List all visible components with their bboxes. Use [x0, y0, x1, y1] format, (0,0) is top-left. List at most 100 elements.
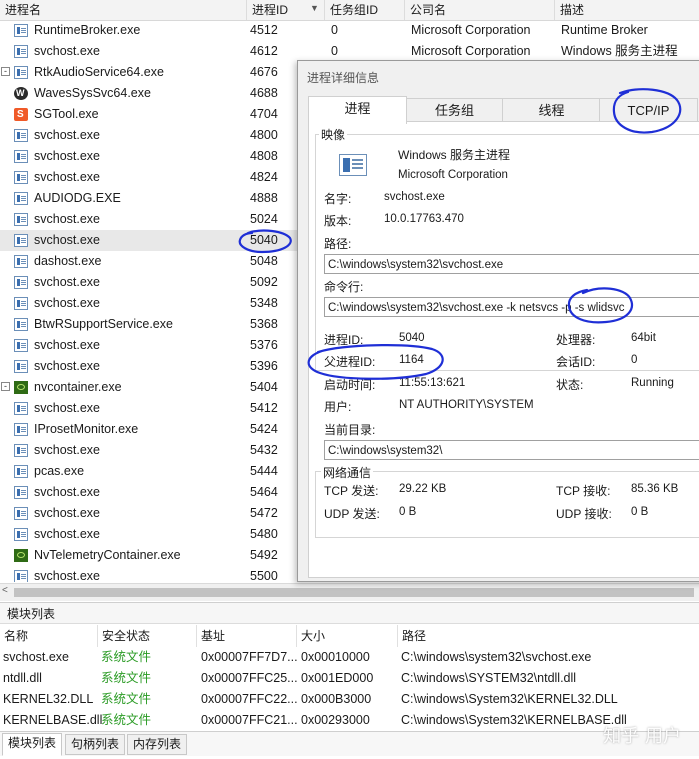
- module-size: 0x000B3000: [301, 692, 372, 706]
- udp-receive-label: UDP 接收:: [556, 507, 612, 521]
- process-name: WavesSysSvc64.exe: [34, 86, 151, 100]
- module-path: C:\windows\System32\KERNEL32.DLL: [401, 692, 618, 706]
- process-name: svchost.exe: [34, 170, 101, 184]
- process-name: IProsetMonitor.exe: [34, 422, 139, 436]
- session-id-label: 会话ID:: [556, 355, 596, 369]
- path-field[interactable]: C:\windows\system32\svchost.exe: [324, 254, 699, 274]
- module-header-path[interactable]: 路径: [398, 625, 699, 647]
- process-description: Windows 服务主进程: [561, 44, 678, 58]
- process-id: 5348: [250, 296, 278, 310]
- module-size: 0x001ED000: [301, 671, 374, 685]
- process-name: dashost.exe: [34, 254, 102, 268]
- image-group-legend: 映像: [319, 126, 348, 143]
- process-id: 5464: [250, 485, 278, 499]
- process-name: svchost.exe: [34, 569, 101, 582]
- generic-exe-icon: [14, 507, 28, 520]
- generic-exe-icon: [14, 66, 28, 79]
- column-header-description[interactable]: 描述: [555, 0, 699, 20]
- process-id: 5376: [250, 338, 278, 352]
- name-label: 名字:: [324, 192, 352, 206]
- nvidia-icon: [14, 549, 28, 562]
- column-header-company[interactable]: 公司名: [405, 0, 555, 20]
- sort-desc-icon: ▼: [310, 3, 319, 13]
- tab-job-group[interactable]: 任务组: [405, 98, 504, 123]
- pid-label: 进程ID:: [324, 333, 364, 347]
- process-name: svchost.exe: [34, 506, 101, 520]
- generic-exe-icon: [14, 339, 28, 352]
- process-description: Runtime Broker: [561, 23, 648, 37]
- process-name: AUDIODG.EXE: [34, 191, 121, 205]
- version-value: 10.0.17763.470: [384, 213, 464, 225]
- current-dir-field[interactable]: C:\windows\system32\: [324, 440, 699, 460]
- process-name: SGTool.exe: [34, 107, 99, 121]
- tcp-receive-value: 85.36 KB: [631, 483, 679, 495]
- process-id: 5048: [250, 254, 278, 268]
- command-line-field[interactable]: C:\windows\system32\svchost.exe -k netsv…: [324, 297, 699, 317]
- process-id: 4676: [250, 65, 278, 79]
- process-id: 5500: [250, 569, 278, 582]
- process-name: svchost.exe: [34, 44, 101, 58]
- module-list[interactable]: svchost.exe 系统文件 0x00007FF7D7... 0x00010000…: [0, 647, 699, 731]
- process-id: 5424: [250, 422, 278, 436]
- udp-send-value: 0 B: [399, 506, 417, 518]
- process-name: svchost.exe: [34, 233, 101, 247]
- column-header-job-id[interactable]: 任务组ID: [325, 0, 405, 20]
- tab-process[interactable]: 进程: [308, 96, 407, 124]
- generic-exe-icon: [14, 297, 28, 310]
- module-header-base[interactable]: 基址: [197, 625, 297, 647]
- process-name: RuntimeBroker.exe: [34, 23, 141, 37]
- process-id: 4512: [250, 23, 278, 37]
- company-name: Microsoft Corporation: [411, 23, 531, 37]
- tcp-receive-label: TCP 接收:: [556, 484, 611, 498]
- process-id: 5492: [250, 548, 278, 562]
- user-label: 用户:: [324, 400, 352, 414]
- name-value: svchost.exe: [384, 191, 445, 203]
- process-details-dialog: 进程详细信息 进程 任务组 线程 TCP/IP 映像 Windows 服务主进程…: [297, 60, 699, 582]
- generic-exe-icon: [14, 444, 28, 457]
- process-name: svchost.exe: [34, 527, 101, 541]
- process-id: 4888: [250, 191, 278, 205]
- module-row[interactable]: ntdll.dll 系统文件 0x00007FFC25... 0x001ED000 C:…: [0, 668, 699, 689]
- tab-memory-list[interactable]: 内存列表: [127, 734, 188, 755]
- process-id: 4704: [250, 107, 278, 121]
- process-name: NvTelemetryContainer.exe: [34, 548, 181, 562]
- process-id: 5444: [250, 464, 278, 478]
- module-row[interactable]: svchost.exe 系统文件 0x00007FF7D7... 0x00010000…: [0, 647, 699, 668]
- udp-send-label: UDP 发送:: [324, 507, 380, 521]
- module-header-status[interactable]: 安全状态: [98, 625, 197, 647]
- tab-tcpip[interactable]: TCP/IP: [599, 98, 698, 123]
- process-row[interactable]: RuntimeBroker.exe 4512 0 Microsoft Corporat…: [0, 20, 699, 41]
- job-group-id: 0: [331, 44, 338, 58]
- module-header-size[interactable]: 大小: [297, 625, 398, 647]
- job-group-id: 0: [331, 23, 338, 37]
- collapse-toggle-icon[interactable]: -: [1, 382, 10, 391]
- module-name: KERNELBASE.dll: [3, 713, 103, 727]
- scroll-left-icon[interactable]: <: [2, 585, 8, 596]
- image-company: Microsoft Corporation: [398, 169, 508, 181]
- module-base-address: 0x00007FF7D7...: [201, 650, 298, 664]
- process-name: svchost.exe: [34, 359, 101, 373]
- module-row[interactable]: KERNEL32.DLL 系统文件 0x00007FFC22... 0x000B300…: [0, 689, 699, 710]
- tab-threads[interactable]: 线程: [502, 98, 601, 123]
- tab-handle-list[interactable]: 句柄列表: [65, 734, 126, 755]
- process-id: 5396: [250, 359, 278, 373]
- process-name: svchost.exe: [34, 212, 101, 226]
- column-header-name[interactable]: 进程名: [0, 0, 247, 20]
- collapse-toggle-icon[interactable]: -: [1, 67, 10, 76]
- module-security-status: 系统文件: [101, 692, 152, 706]
- process-row[interactable]: svchost.exe 4612 0 Microsoft Corporation Win…: [0, 41, 699, 62]
- company-name: Microsoft Corporation: [411, 44, 531, 58]
- module-panel-title: 模块列表: [0, 602, 699, 624]
- module-size: 0x00293000: [301, 713, 370, 727]
- module-header-name[interactable]: 名称: [0, 625, 98, 647]
- dialog-title: 进程详细信息: [307, 71, 380, 85]
- generic-exe-icon: [14, 213, 28, 226]
- module-size: 0x00010000: [301, 650, 370, 664]
- module-row[interactable]: KERNELBASE.dll 系统文件 0x00007FFC21... 0x00293…: [0, 710, 699, 731]
- process-id: 5368: [250, 317, 278, 331]
- udp-receive-value: 0 B: [631, 506, 649, 518]
- module-path: C:\windows\system32\svchost.exe: [401, 650, 592, 664]
- scrollbar-thumb[interactable]: [14, 588, 694, 597]
- tab-module-list[interactable]: 模块列表: [2, 733, 63, 756]
- horizontal-scrollbar[interactable]: <: [0, 583, 699, 601]
